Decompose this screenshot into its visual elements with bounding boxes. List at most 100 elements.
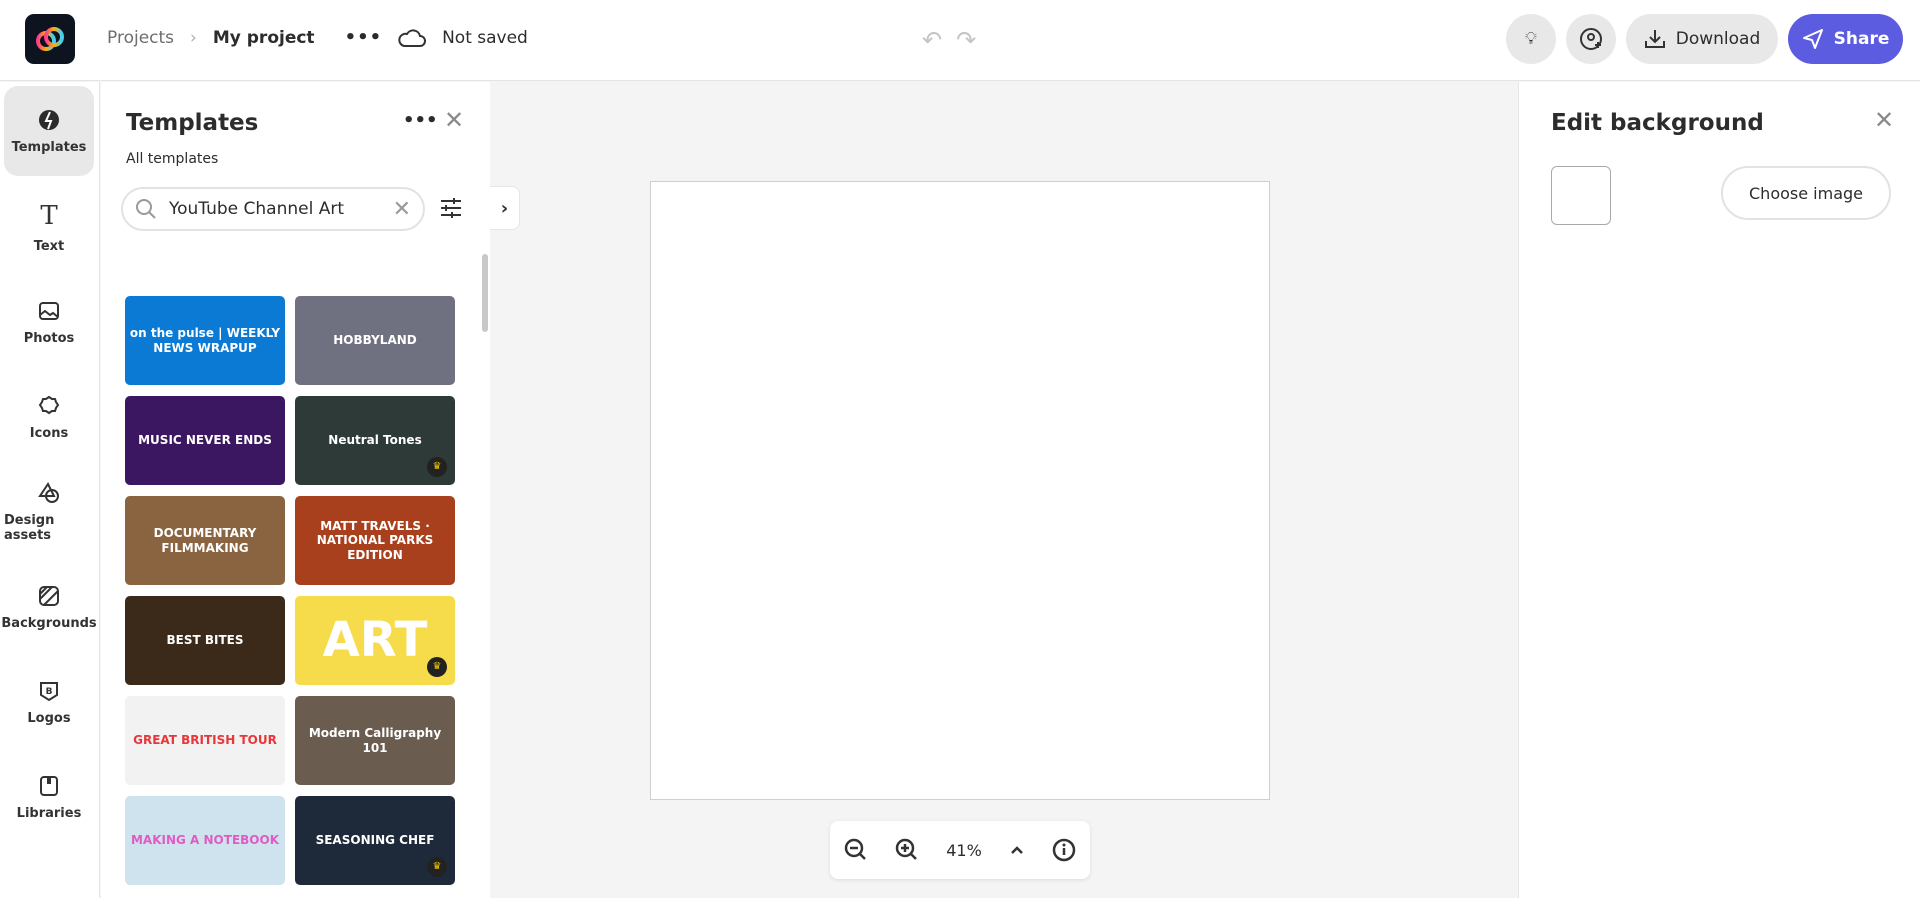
- breadcrumb: Projects › My project ••• Not saved: [107, 27, 528, 48]
- creative-cloud-icon: [36, 27, 64, 51]
- chevron-right-icon: ›: [190, 27, 197, 48]
- rail-label: Templates: [11, 139, 87, 155]
- close-icon[interactable]: ✕: [1874, 106, 1894, 134]
- zoom-in-icon[interactable]: [895, 838, 919, 862]
- library-icon: [40, 775, 58, 796]
- collapse-panel-button[interactable]: ›: [490, 186, 520, 230]
- logo-icon: B: [40, 681, 58, 701]
- template-title: Modern Calligraphy 101: [308, 726, 442, 755]
- template-title: on the pulse | WEEKLY NEWS WRAPUP: [129, 326, 281, 355]
- download-icon: [1644, 30, 1665, 48]
- zoom-controls: 41%: [830, 821, 1090, 879]
- rail-item-text[interactable]: T Text: [4, 182, 94, 272]
- zoom-level[interactable]: 41%: [946, 841, 982, 860]
- template-thumbnail[interactable]: MAKING A NOTEBOOK: [125, 796, 285, 885]
- shapes-icon: [38, 482, 59, 503]
- template-thumbnail[interactable]: Neutral Tones ♛: [295, 396, 455, 485]
- text-icon: T: [40, 200, 58, 231]
- rail-item-templates[interactable]: Templates: [4, 86, 94, 176]
- left-rail: Templates T Text Photos Icons Design asse…: [0, 82, 100, 898]
- photo-icon: [39, 301, 59, 320]
- icons-icon: [38, 395, 60, 414]
- rail-label: Photos: [23, 330, 75, 346]
- template-title: MUSIC NEVER ENDS: [138, 433, 272, 448]
- undo-icon[interactable]: ↶: [922, 26, 942, 54]
- rail-item-design-assets[interactable]: Design assets: [4, 467, 94, 557]
- template-title: Neutral Tones: [328, 433, 422, 448]
- search-input[interactable]: YouTube Channel Art ✕: [121, 187, 425, 231]
- share-label: Share: [1833, 29, 1890, 49]
- search-value[interactable]: YouTube Channel Art: [169, 199, 344, 219]
- filter-icon[interactable]: [439, 196, 463, 220]
- template-thumbnail[interactable]: HOBBYLAND: [295, 296, 455, 385]
- template-thumbnail[interactable]: DOCUMENTARY FILMMAKING: [125, 496, 285, 585]
- clear-search-icon[interactable]: ✕: [393, 197, 411, 222]
- rail-label: Text: [33, 238, 65, 254]
- redo-icon[interactable]: ↷: [956, 26, 976, 54]
- rail-item-logos[interactable]: B Logos: [4, 657, 94, 747]
- panel-subtitle[interactable]: All templates: [126, 151, 218, 167]
- template-title: ART: [322, 611, 428, 668]
- design-canvas[interactable]: [650, 181, 1270, 800]
- breadcrumb-projects[interactable]: Projects: [107, 28, 174, 48]
- info-icon[interactable]: [1052, 838, 1076, 862]
- save-status: Not saved: [442, 27, 528, 48]
- choose-image-button[interactable]: Choose image: [1721, 166, 1891, 220]
- close-icon[interactable]: ✕: [444, 106, 464, 134]
- download-label: Download: [1675, 29, 1761, 49]
- tips-button[interactable]: 💡︎: [1506, 14, 1556, 64]
- template-thumbnail[interactable]: ART ♛: [295, 596, 455, 685]
- lightbulb-icon: 💡︎: [1525, 29, 1537, 49]
- more-icon[interactable]: •••: [345, 27, 383, 48]
- top-bar: Projects › My project ••• Not saved ↶ ↷ 💡…: [0, 0, 1920, 81]
- templates-icon: [39, 109, 59, 130]
- panel-scrollbar[interactable]: [482, 254, 488, 332]
- rail-item-photos[interactable]: Photos: [4, 277, 94, 367]
- template-thumbnail[interactable]: GREAT BRITISH TOUR: [125, 696, 285, 785]
- cloud-icon: [398, 28, 427, 47]
- svg-text:B: B: [46, 687, 53, 697]
- app-logo[interactable]: [25, 14, 75, 64]
- rail-label: Design assets: [4, 513, 55, 543]
- template-title: MAKING A NOTEBOOK: [130, 833, 279, 848]
- rail-label: Backgrounds: [1, 615, 97, 631]
- template-title: SEASONING CHEF: [315, 833, 435, 848]
- template-thumbnail[interactable]: on the pulse | WEEKLY NEWS WRAPUP: [125, 296, 285, 385]
- templates-panel: Templates All templates ••• ✕ YouTube Ch…: [101, 82, 490, 898]
- template-title: GREAT BRITISH TOUR: [133, 733, 277, 748]
- template-thumbnail[interactable]: SEASONING CHEF ♛: [295, 796, 455, 885]
- invite-button[interactable]: [1566, 14, 1616, 64]
- edit-background-panel: Edit background ✕ Choose image: [1518, 82, 1920, 898]
- rail-item-libraries[interactable]: Libraries: [4, 752, 94, 842]
- premium-crown-icon: ♛: [427, 457, 447, 477]
- rail-item-icons[interactable]: Icons: [4, 372, 94, 462]
- template-thumbnail[interactable]: MATT TRAVELS · NATIONAL PARKS EDITION: [295, 496, 455, 585]
- template-thumbnail[interactable]: BEST BITES: [125, 596, 285, 685]
- rail-label: Icons: [29, 425, 69, 441]
- project-name[interactable]: My project: [213, 28, 315, 48]
- panel-title: Edit background: [1551, 110, 1764, 136]
- download-button[interactable]: Download: [1626, 14, 1778, 64]
- template-title: MATT TRAVELS · NATIONAL PARKS EDITION: [316, 518, 434, 562]
- background-color-swatch[interactable]: [1551, 166, 1611, 225]
- add-user-icon: [1580, 28, 1602, 50]
- premium-crown-icon: ♛: [427, 857, 447, 877]
- chevron-right-icon: ›: [500, 197, 509, 219]
- background-icon: [39, 585, 59, 606]
- rail-label: Logos: [27, 710, 71, 726]
- template-title: DOCUMENTARY FILMMAKING: [153, 526, 257, 555]
- search-icon: [136, 199, 156, 219]
- rail-label: Libraries: [16, 805, 82, 821]
- template-title: BEST BITES: [166, 633, 244, 648]
- more-icon[interactable]: •••: [403, 110, 438, 131]
- panel-title: Templates: [126, 110, 259, 136]
- template-thumbnail[interactable]: Modern Calligraphy 101: [295, 696, 455, 785]
- chevron-up-icon[interactable]: [1009, 842, 1025, 858]
- zoom-out-icon[interactable]: [844, 838, 868, 862]
- template-title: HOBBYLAND: [333, 333, 417, 348]
- rail-item-backgrounds[interactable]: Backgrounds: [1, 562, 97, 652]
- premium-crown-icon: ♛: [427, 657, 447, 677]
- share-button[interactable]: Share: [1788, 14, 1903, 64]
- template-thumbnail[interactable]: MUSIC NEVER ENDS: [125, 396, 285, 485]
- send-icon: [1802, 29, 1823, 49]
